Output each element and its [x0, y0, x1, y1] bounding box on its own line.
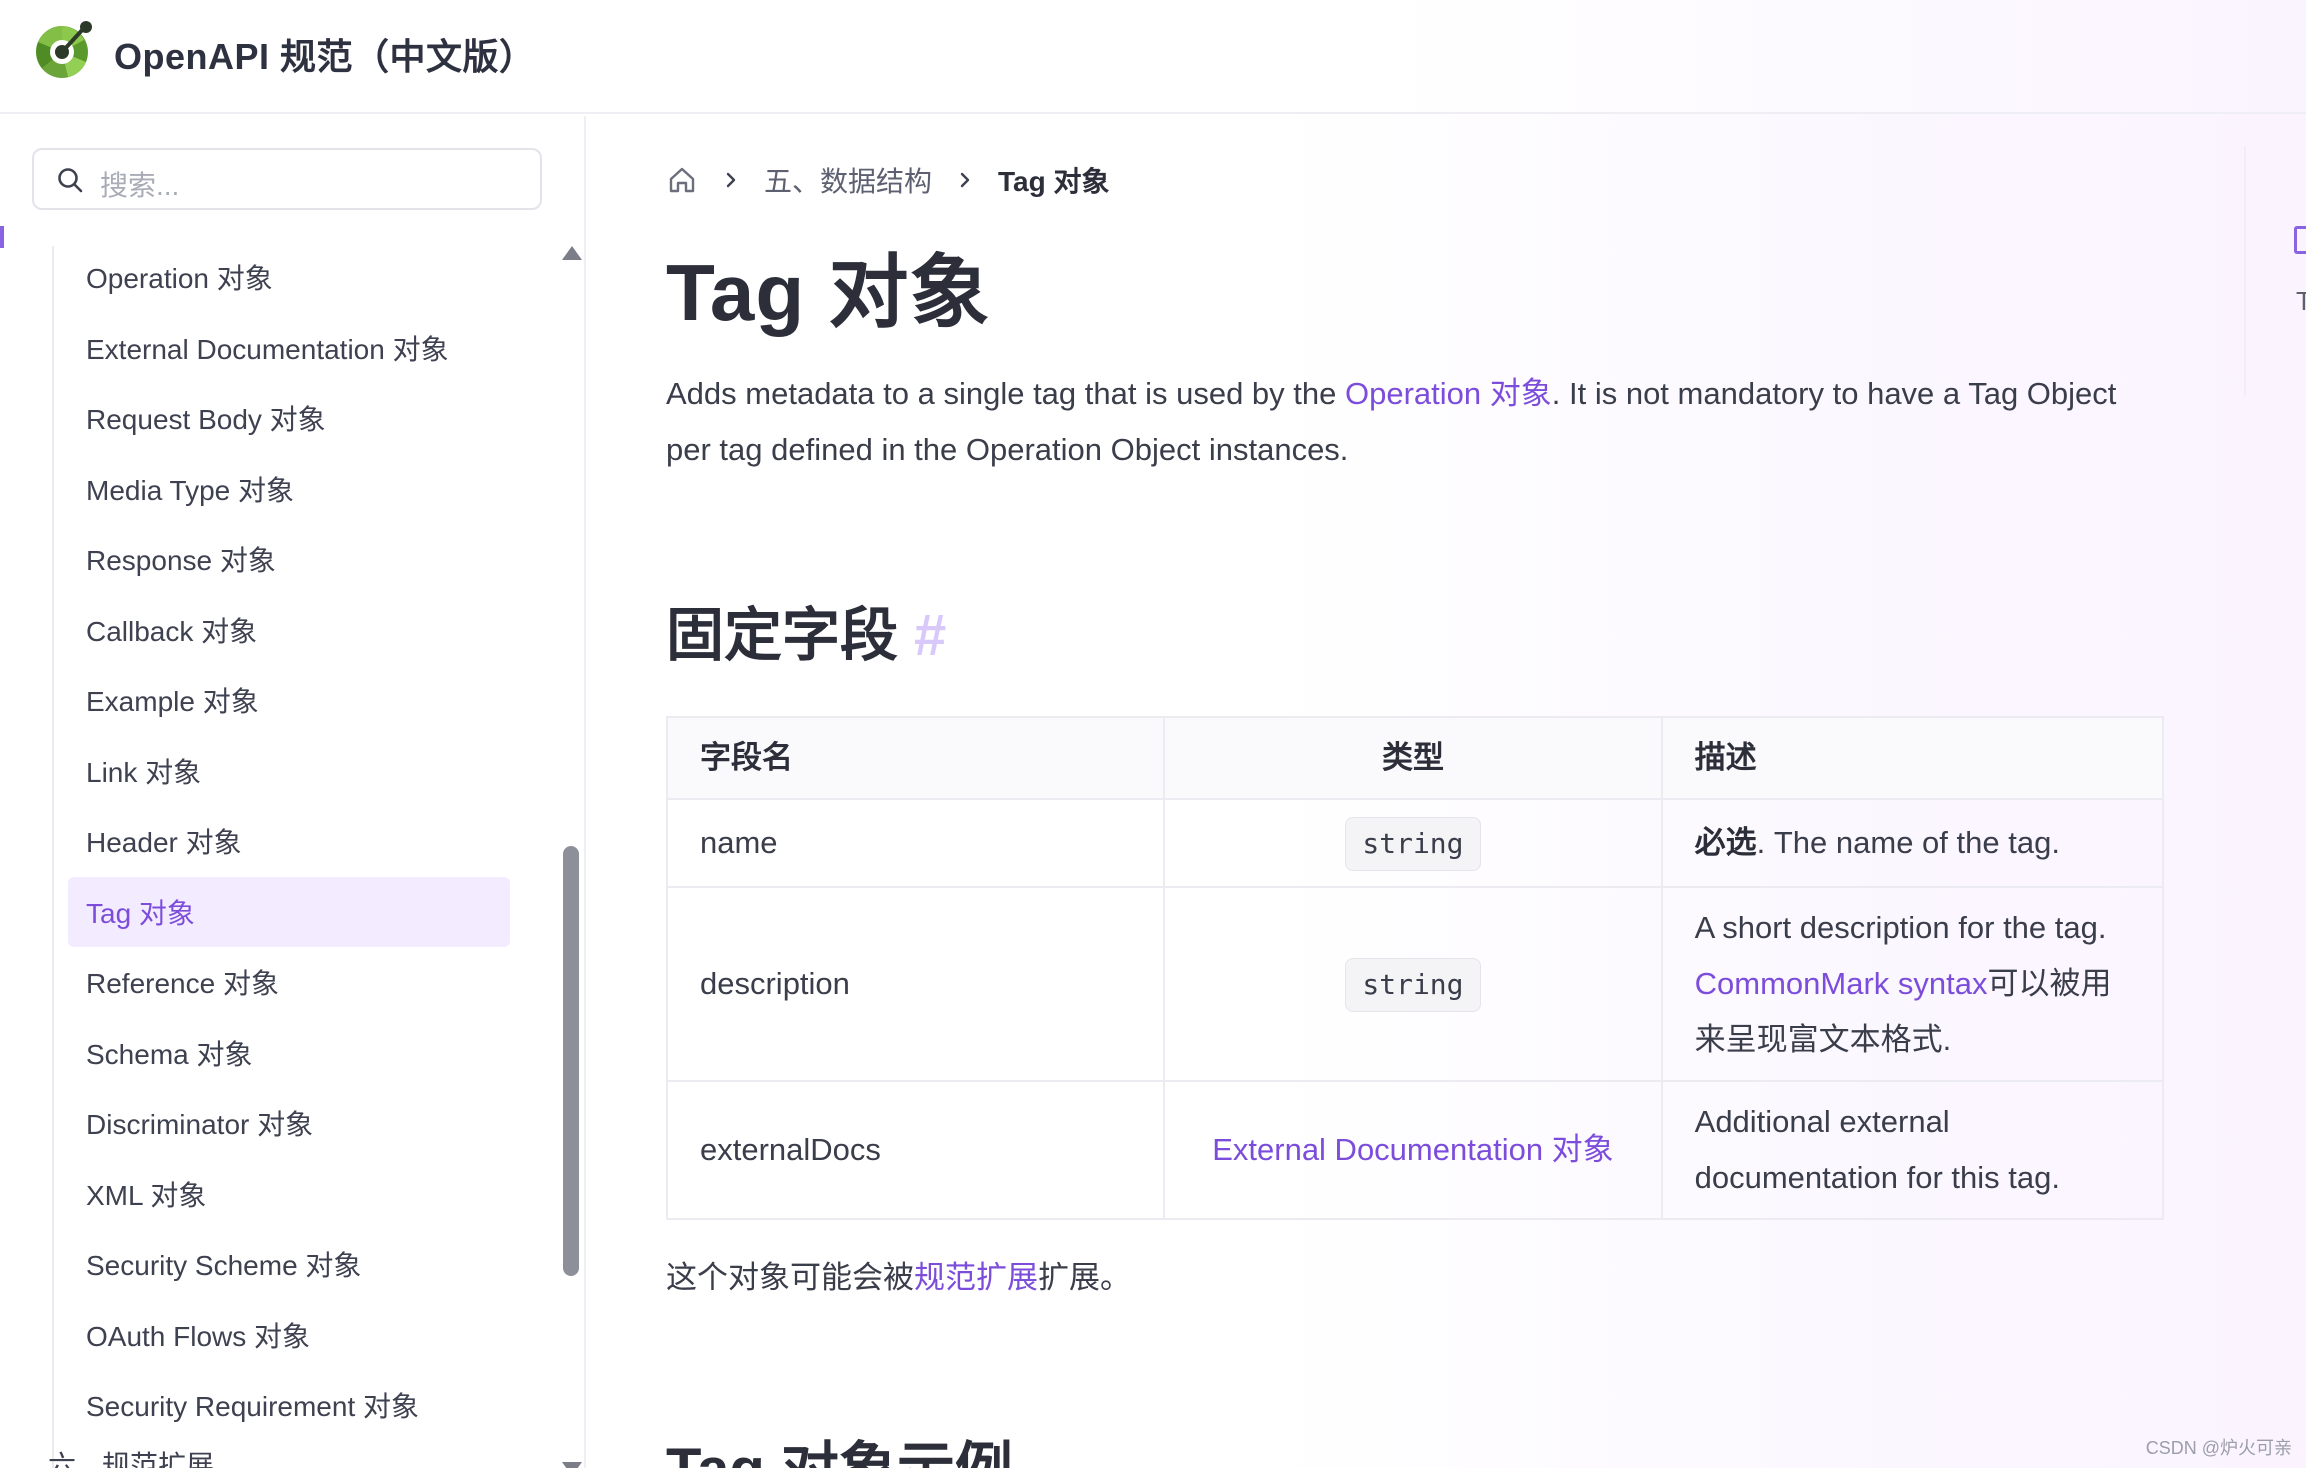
- operation-object-link[interactable]: Operation 对象: [1345, 376, 1552, 411]
- search-input[interactable]: 搜索...: [32, 148, 542, 210]
- sidebar-item-request-body[interactable]: Request Body 对象: [68, 383, 510, 454]
- chevron-right-icon: [960, 172, 970, 188]
- sidebar-item-operation[interactable]: Operation 对象: [68, 242, 510, 313]
- table-header-row: 字段名 类型 描述: [665, 716, 2165, 800]
- specification-extensions-link[interactable]: 规范扩展: [914, 1260, 1038, 1295]
- sidebar-item-external-documentation[interactable]: External Documentation 对象: [68, 313, 510, 384]
- column-header-description: 描述: [1660, 716, 2165, 800]
- intro-text: Adds metadata to a single tag that is us…: [666, 376, 1345, 411]
- sidebar-item-security-requirement[interactable]: Security Requirement 对象: [68, 1370, 510, 1441]
- heading-anchor-link[interactable]: #: [914, 603, 946, 668]
- column-header-type: 类型: [1163, 716, 1663, 800]
- table-row: externalDocs External Documentation 对象 A…: [665, 1080, 2165, 1220]
- fixed-fields-heading-text: 固定字段: [666, 603, 899, 668]
- home-icon[interactable]: [666, 164, 698, 196]
- top-navbar: OpenAPI 规范（中文版）: [0, 0, 2306, 114]
- extension-note: 这个对象可能会被规范扩展扩展。: [666, 1252, 1131, 1297]
- sidebar-item-callback[interactable]: Callback 对象: [68, 595, 510, 666]
- watermark: CSDN @炉火可亲: [2145, 1438, 2292, 1458]
- type-code: string: [1345, 958, 1481, 1012]
- column-header-field-name: 字段名: [665, 716, 1166, 800]
- page: OpenAPI 规范（中文版） 搜索... Operation 对象 Exter…: [0, 0, 2306, 1468]
- outline-item[interactable]: T: [2296, 286, 2306, 317]
- sidebar: 搜索... Operation 对象 External Documentatio…: [0, 116, 586, 1468]
- breadcrumb-section[interactable]: 五、数据结构: [764, 160, 932, 200]
- sidebar-item-reference[interactable]: Reference 对象: [68, 947, 510, 1018]
- nav-indent-line: [52, 246, 54, 1468]
- scrollbar-thumb[interactable]: [563, 846, 579, 1276]
- breadcrumb: 五、数据结构 Tag 对象: [666, 160, 1110, 200]
- sidebar-item-header[interactable]: Header 对象: [68, 806, 510, 877]
- table-row: description string A short description f…: [665, 886, 2165, 1082]
- search-icon: [58, 168, 83, 193]
- field-description-cell: Additional external documentation for th…: [1660, 1080, 2165, 1220]
- external-documentation-object-link[interactable]: External Documentation 对象: [1212, 1132, 1613, 1167]
- field-type-cell: External Documentation 对象: [1163, 1080, 1663, 1220]
- main-content: 五、数据结构 Tag 对象 Tag 对象 Adds metadata to a …: [665, 116, 2166, 1468]
- breadcrumb-current: Tag 对象: [998, 166, 1110, 197]
- sidebar-item-security-scheme[interactable]: Security Scheme 对象: [68, 1229, 510, 1300]
- extension-text-rest: 扩展。: [1038, 1260, 1131, 1295]
- required-label: 必选: [1694, 825, 1757, 860]
- field-description-cell: A short description for the tag. CommonMa…: [1660, 886, 2165, 1082]
- page-title: Tag 对象: [666, 248, 991, 337]
- openapi-logo-icon[interactable]: [32, 18, 96, 82]
- field-name-cell: description: [665, 886, 1166, 1082]
- outline-icon[interactable]: [2294, 226, 2306, 254]
- description-text: . The name of the tag.: [1756, 825, 2060, 860]
- field-description-cell: 必选. The name of the tag.: [1660, 798, 2165, 888]
- site-title[interactable]: OpenAPI 规范（中文版）: [114, 28, 536, 80]
- field-type-cell: string: [1163, 886, 1663, 1082]
- description-text: A short description for the tag.: [1694, 910, 2107, 945]
- sidebar-item-schema[interactable]: Schema 对象: [68, 1018, 510, 1089]
- field-name-cell: externalDocs: [665, 1080, 1166, 1220]
- sidebar-item-link[interactable]: Link 对象: [68, 736, 510, 807]
- sidebar-nav-list: Operation 对象 External Documentation 对象 R…: [68, 242, 510, 1441]
- fixed-fields-heading: 固定字段 #: [666, 588, 946, 672]
- fixed-fields-table: 字段名 类型 描述 name string 必选. The name of th…: [665, 716, 2165, 1220]
- field-type-cell: string: [1163, 798, 1663, 888]
- search-placeholder: 搜索...: [100, 170, 180, 201]
- sidebar-item-discriminator[interactable]: Discriminator 对象: [68, 1088, 510, 1159]
- table-row: name string 必选. The name of the tag.: [665, 798, 2165, 888]
- sidebar-item-tag[interactable]: Tag 对象: [68, 876, 510, 947]
- sidebar-item-example[interactable]: Example 对象: [68, 665, 510, 736]
- extension-text: 这个对象可能会被: [666, 1260, 914, 1295]
- commonmark-syntax-link[interactable]: CommonMark syntax: [1695, 966, 1988, 1001]
- section-number: 六: [48, 1450, 77, 1468]
- sidebar-item-oauth-flows[interactable]: OAuth Flows 对象: [68, 1300, 510, 1371]
- sidebar-scrollbar[interactable]: [560, 246, 582, 1468]
- scroll-up-arrow-icon[interactable]: [562, 246, 582, 260]
- sidebar-item-xml[interactable]: XML 对象: [68, 1159, 510, 1230]
- page-outline: T: [2244, 146, 2306, 396]
- edge-indicator: [0, 226, 4, 248]
- scroll-down-arrow-icon[interactable]: [562, 1462, 582, 1468]
- sidebar-item-response[interactable]: Response 对象: [68, 524, 510, 595]
- tag-object-example-heading: Tag 对象示例: [666, 1422, 1013, 1468]
- section-label: 规范扩展: [102, 1450, 215, 1468]
- chevron-right-icon: [726, 172, 736, 188]
- sidebar-section-extensions[interactable]: 六 规范扩展: [48, 1444, 214, 1468]
- type-code: string: [1345, 817, 1481, 871]
- intro-paragraph: Adds metadata to a single tag that is us…: [666, 366, 2166, 478]
- field-name-cell: name: [665, 798, 1166, 888]
- sidebar-item-media-type[interactable]: Media Type 对象: [68, 454, 510, 525]
